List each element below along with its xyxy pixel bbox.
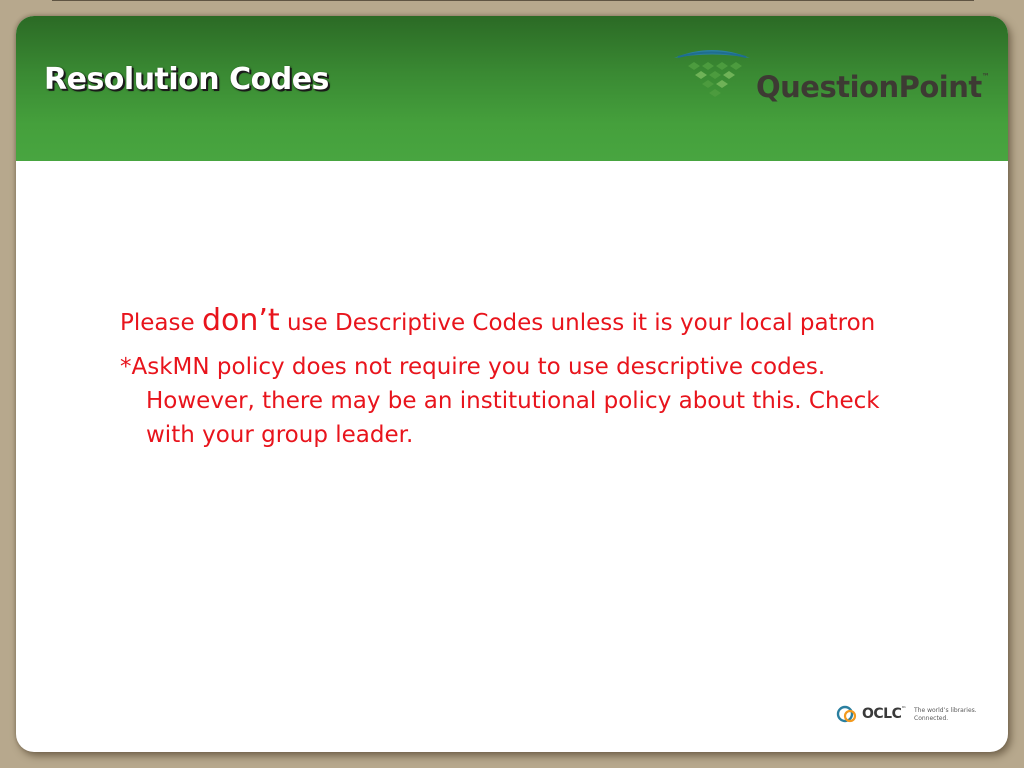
slide-card: Resolution Codes QuestionPoint™ Please d… (16, 16, 1008, 752)
slide-header: Resolution Codes QuestionPoint™ (16, 16, 1008, 161)
questionpoint-logo-icon (674, 50, 750, 97)
emphasis-dont: don’t (201, 303, 280, 338)
oclc-logo: OCLC™ The world’s libraries. Connected. (836, 702, 986, 728)
questionpoint-logo: QuestionPoint™ (672, 46, 992, 112)
bullet-askmn-policy: *AskMN policy does not require you to us… (120, 354, 880, 448)
slide-title: Resolution Codes (44, 62, 329, 97)
frame-top-rule (52, 0, 974, 1)
questionpoint-wordmark: QuestionPoint™ (756, 70, 990, 104)
oclc-tagline: The world’s libraries. Connected. (914, 707, 977, 722)
oclc-wordmark: OCLC™ (862, 706, 906, 722)
slide-body: Please don’t use Descriptive Codes unles… (120, 304, 900, 462)
bullet-descriptive-codes: Please don’t use Descriptive Codes unles… (120, 303, 876, 338)
oclc-logo-icon (836, 705, 857, 723)
